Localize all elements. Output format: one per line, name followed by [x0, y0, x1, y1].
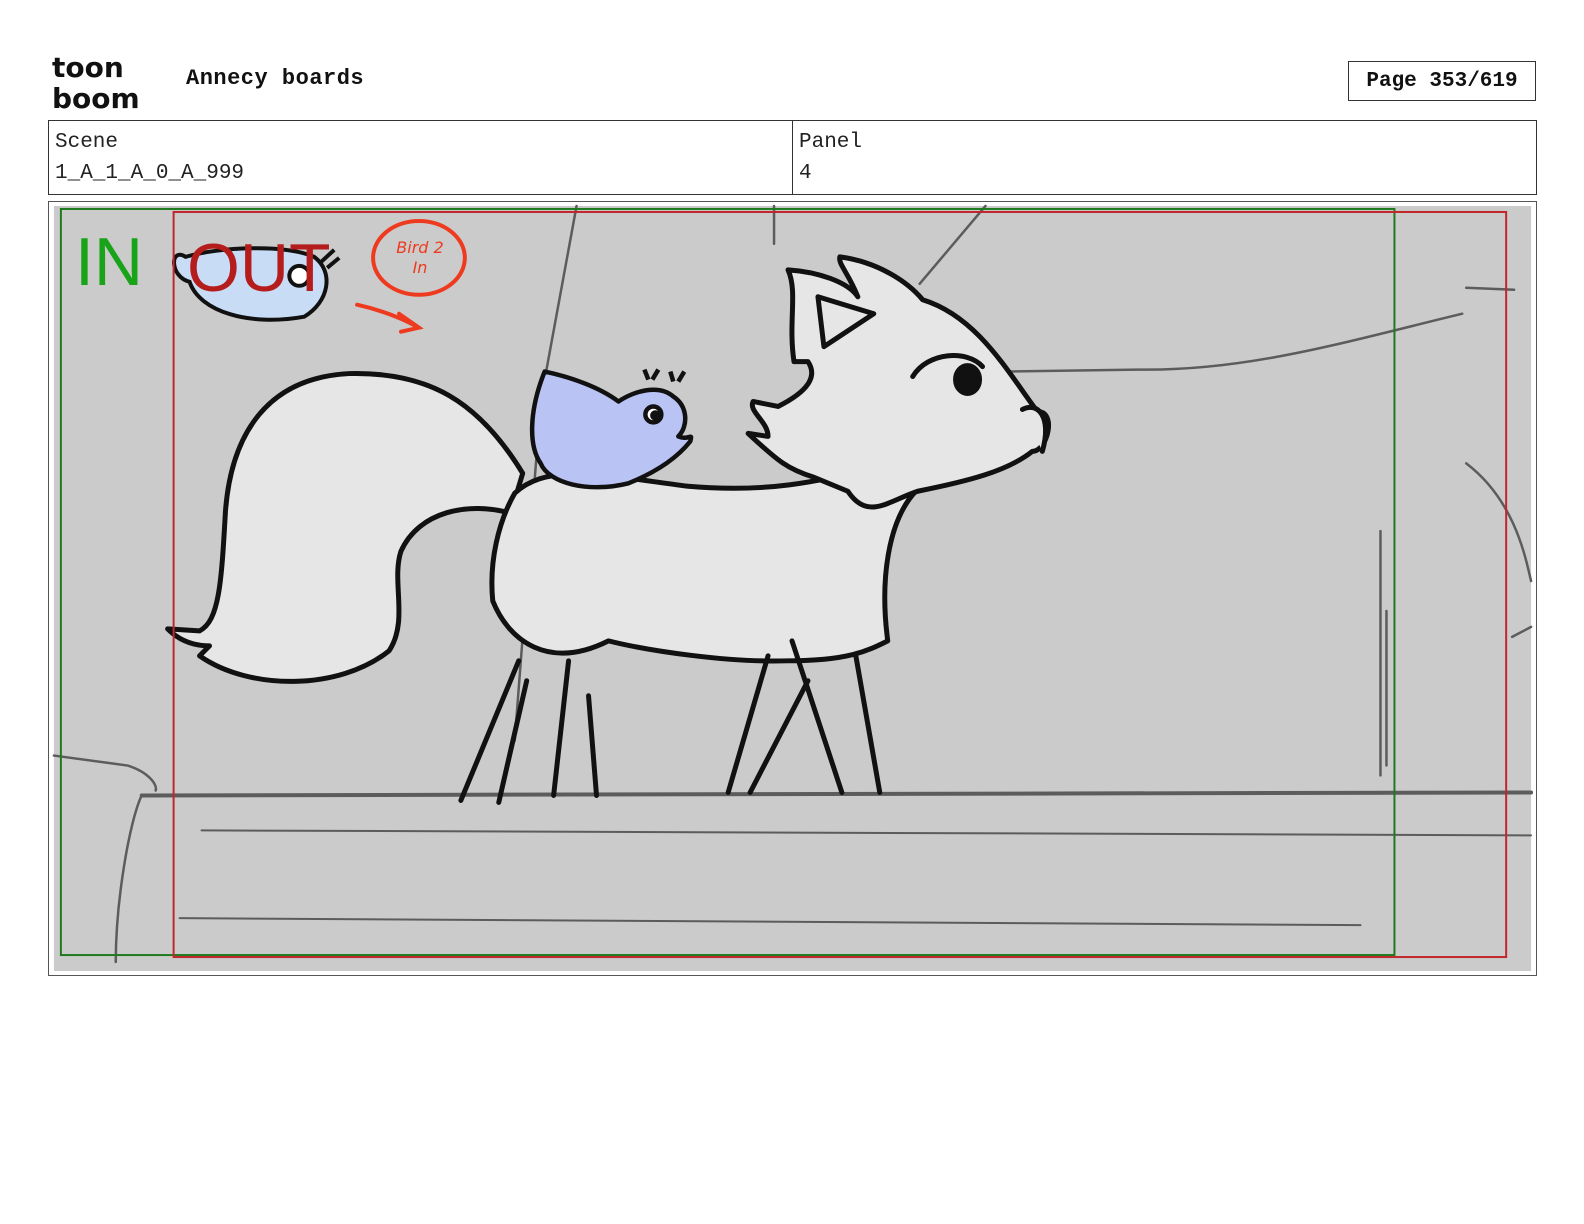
- scene-panel-info: Scene 1_A_1_A_0_A_999 Panel 4: [48, 120, 1537, 195]
- out-label: OUT: [187, 230, 331, 306]
- scene-value: 1_A_1_A_0_A_999: [55, 162, 245, 185]
- logo-text-top: toon: [52, 52, 124, 84]
- panel-cell: Panel 4: [792, 121, 1536, 194]
- panel-drawing: [52, 204, 1534, 972]
- page-indicator: Page 353/619: [1348, 61, 1536, 101]
- note-text: Bird 2 In: [372, 220, 468, 296]
- storyboard-panel: IN OUT Bird 2 In: [48, 201, 1537, 976]
- note-line-1: Bird 2: [396, 238, 444, 257]
- scene-label: Scene: [55, 131, 119, 154]
- scene-cell: Scene 1_A_1_A_0_A_999: [49, 121, 792, 194]
- panel-value: 4: [799, 162, 812, 185]
- panel-label: Panel: [799, 131, 863, 154]
- document-title: Annecy boards: [186, 66, 365, 91]
- toon-boom-logo: toon boom: [52, 52, 140, 110]
- in-label: IN: [75, 224, 143, 300]
- note-line-2: In: [412, 258, 428, 277]
- logo-text-bottom: boom: [52, 82, 140, 110]
